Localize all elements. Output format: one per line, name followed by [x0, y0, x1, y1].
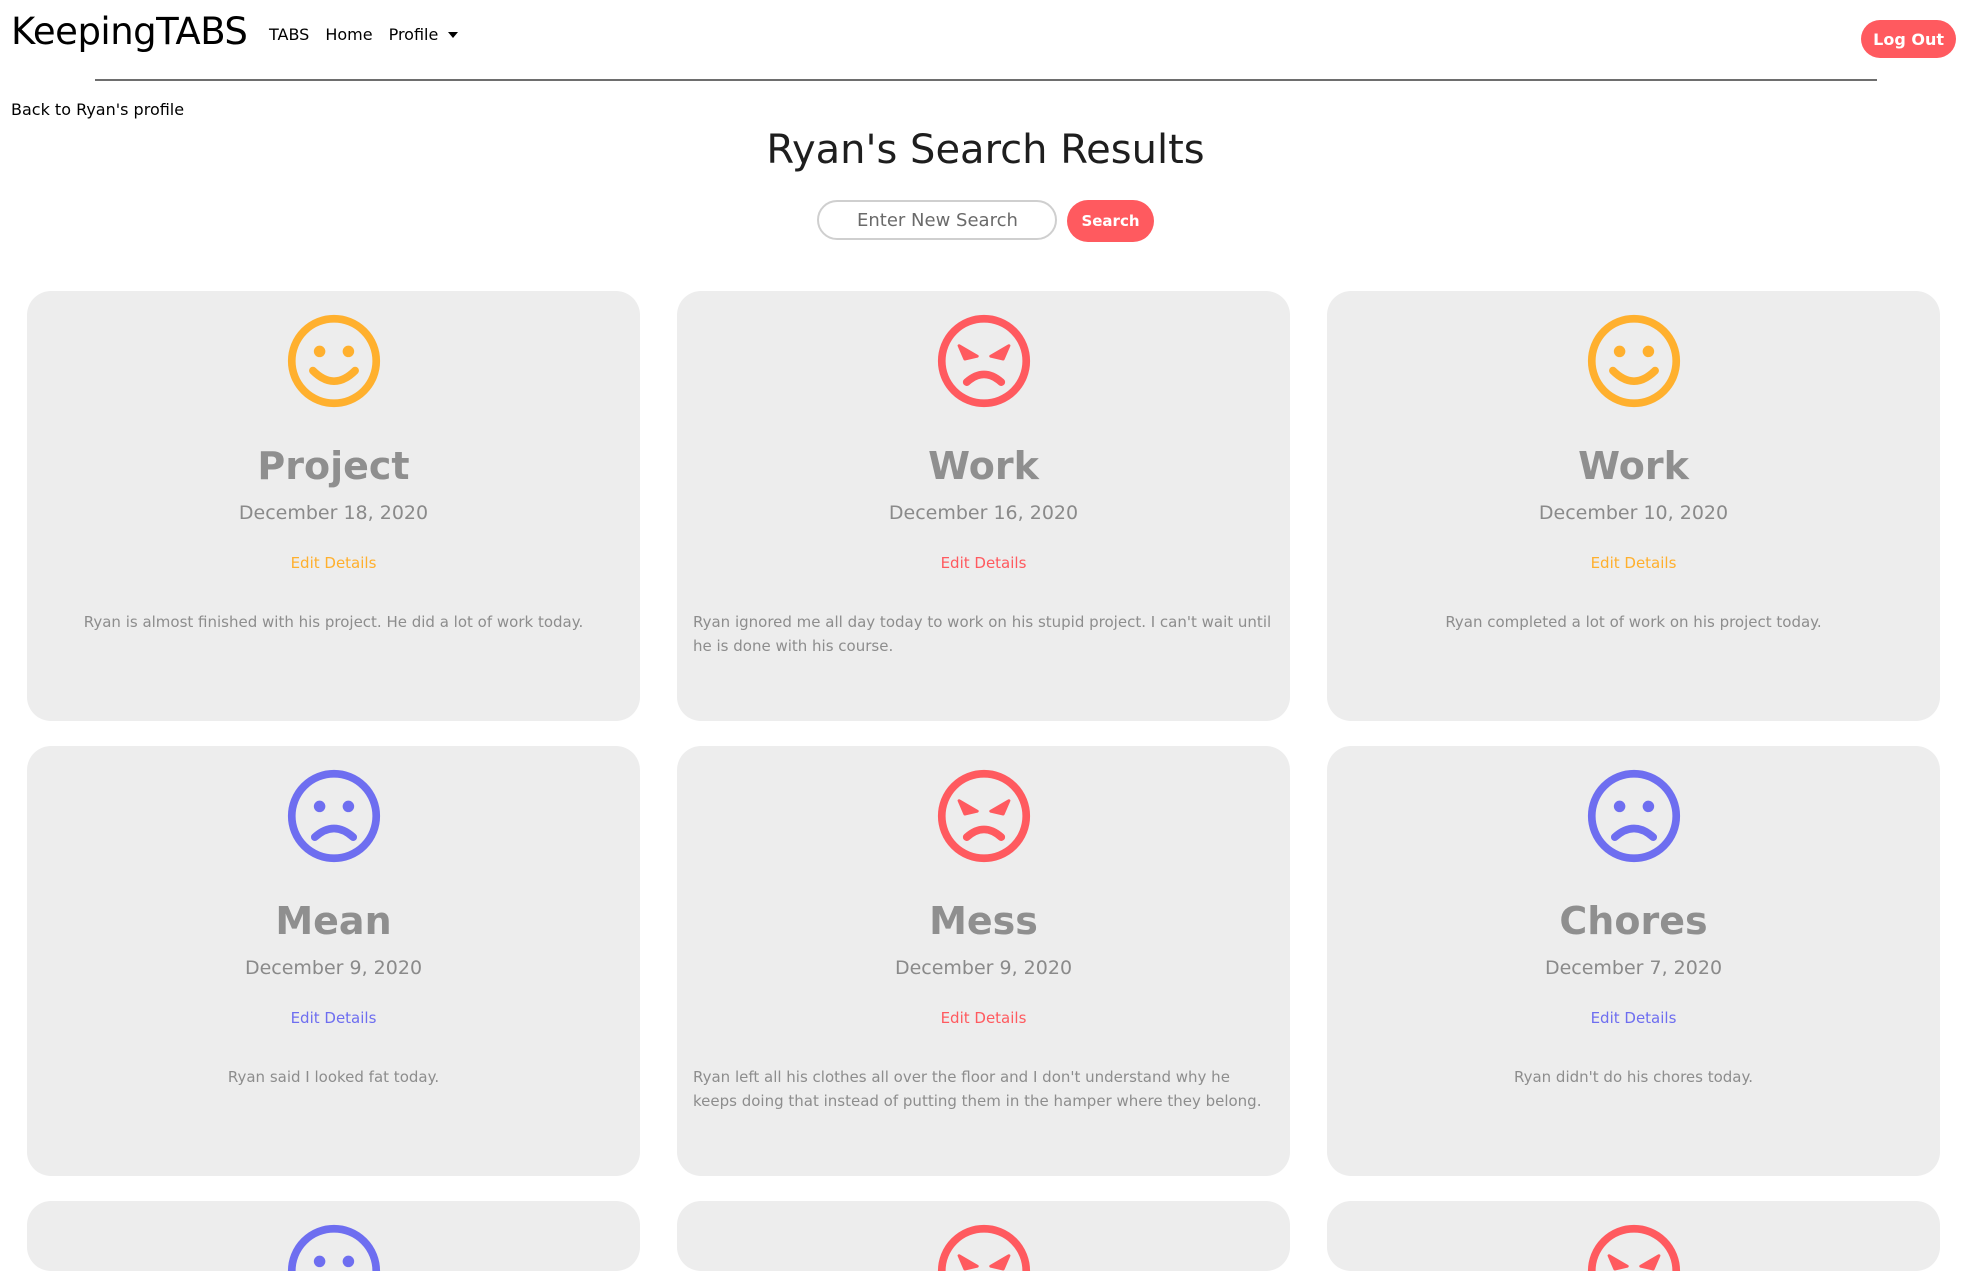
result-card: Work December 10, 2020 Edit Details Ryan co… — [1327, 291, 1940, 721]
card-description: Ryan is almost finished with his project… — [83, 613, 584, 631]
sad-face-icon — [286, 1223, 382, 1271]
results-grid: Project December 18, 2020 Edit Details Ryan… — [27, 291, 1940, 1271]
edit-details-link[interactable]: Edit Details — [291, 1009, 377, 1027]
card-description: Ryan didn't do his chores today. — [1513, 1068, 1754, 1086]
search-button[interactable]: Search — [1067, 200, 1154, 242]
edit-details-link[interactable]: Edit Details — [941, 1009, 1027, 1027]
angry-face-icon — [936, 313, 1032, 409]
result-card: Mess December 9, 2020 Edit Details Ryan lef… — [677, 746, 1290, 1176]
back-to-profile-link[interactable]: Back to Ryan's profile — [11, 100, 184, 119]
navbar: KeepingTABS TABS Home Profile Log Out — [0, 0, 1971, 81]
card-description: Ryan completed a lot of work on his proj… — [1445, 613, 1822, 631]
card-title: Work — [928, 444, 1039, 488]
card-date: December 9, 2020 — [244, 957, 423, 979]
card-date: December 7, 2020 — [1544, 957, 1723, 979]
nav-dropdown-profile[interactable]: Profile — [389, 25, 459, 44]
smiley-face-icon — [286, 313, 382, 409]
nav-link-home[interactable]: Home — [325, 25, 372, 44]
angry-face-icon — [936, 768, 1032, 864]
card-description: Ryan left all his clothes all over the f… — [693, 1068, 1262, 1110]
page-title: Ryan's Search Results — [766, 127, 1205, 173]
search-bar: Search — [0, 200, 1971, 242]
card-description: Ryan said I looked fat today. — [227, 1068, 440, 1086]
edit-details-link[interactable]: Edit Details — [1591, 1009, 1677, 1027]
caret-down-icon — [448, 31, 459, 38]
card-date: December 10, 2020 — [1538, 502, 1729, 524]
card-title: Chores — [1559, 899, 1708, 943]
sad-face-icon — [1586, 768, 1682, 864]
sad-face-icon — [286, 768, 382, 864]
result-card — [27, 1201, 640, 1271]
header-divider — [95, 79, 1877, 81]
card-date: December 18, 2020 — [238, 502, 429, 524]
card-description: Ryan ignored me all day today to work on… — [693, 613, 1272, 655]
result-card — [677, 1201, 1290, 1271]
nav-link-profile-label: Profile — [388, 25, 439, 44]
result-card: Project December 18, 2020 Edit Details Ryan… — [27, 291, 640, 721]
result-card: Chores December 7, 2020 Edit Details Ryan d… — [1327, 746, 1940, 1176]
card-title: Project — [257, 444, 410, 488]
angry-face-icon — [1586, 1223, 1682, 1271]
nav-link-tabs[interactable]: TABS — [269, 25, 309, 44]
smiley-face-icon — [1586, 313, 1682, 409]
card-title: Mess — [929, 899, 1038, 943]
card-title: Work — [1578, 444, 1689, 488]
edit-details-link[interactable]: Edit Details — [941, 554, 1027, 572]
result-card: Mean December 9, 2020 Edit Details Ryan sai… — [27, 746, 640, 1176]
search-input[interactable] — [817, 200, 1058, 240]
brand-logo[interactable]: KeepingTABS — [11, 10, 248, 53]
angry-face-icon — [936, 1223, 1032, 1271]
card-date: December 16, 2020 — [888, 502, 1079, 524]
result-card: Work December 16, 2020 Edit Details Ryan ig… — [677, 291, 1290, 721]
card-title: Mean — [275, 899, 392, 943]
edit-details-link[interactable]: Edit Details — [291, 554, 377, 572]
card-date: December 9, 2020 — [894, 957, 1073, 979]
nav-links: TABS Home Profile — [269, 25, 474, 44]
edit-details-link[interactable]: Edit Details — [1591, 554, 1677, 572]
result-card — [1327, 1201, 1940, 1271]
logout-button[interactable]: Log Out — [1861, 20, 1956, 58]
